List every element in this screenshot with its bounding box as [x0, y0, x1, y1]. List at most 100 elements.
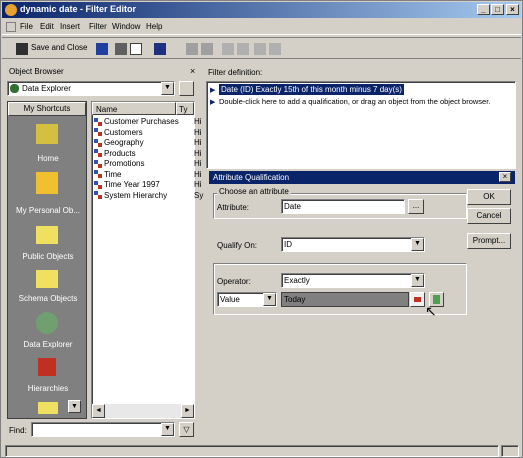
shortcut-public[interactable]: Public Objects [8, 252, 88, 261]
menu-file[interactable]: File [20, 22, 33, 31]
list-item[interactable]: Time Hi [94, 170, 202, 179]
maximize-icon[interactable]: □ [491, 4, 504, 15]
object-browser-title: Object Browser [9, 67, 64, 76]
close-icon[interactable]: × [506, 4, 519, 15]
eraser-icon [38, 402, 58, 414]
chevron-down-icon[interactable]: ▼ [263, 293, 276, 306]
status-bar-grip[interactable] [501, 445, 519, 457]
indent-icon [222, 43, 234, 55]
close-panel-icon[interactable]: × [190, 66, 195, 76]
move-up-icon [254, 43, 266, 55]
list-item-type: Hi [194, 180, 202, 189]
column-header-name[interactable]: Name [92, 102, 176, 115]
list-item-type: Hi [194, 127, 202, 137]
list-item[interactable]: Geography Hi [94, 138, 202, 147]
shortcut-personal[interactable]: My Personal Ob... [8, 206, 88, 215]
hierarchy-icon [94, 128, 102, 137]
operator-value: Exactly [284, 276, 310, 285]
cancel-button[interactable]: Cancel [467, 208, 511, 224]
data-explorer-icon [10, 84, 19, 93]
find-input[interactable]: ▼ [31, 422, 175, 437]
shortcut-schema[interactable]: Schema Objects [8, 294, 88, 303]
funnel-icon[interactable]: ▽ [179, 422, 194, 437]
chevron-down-icon[interactable]: ▼ [411, 274, 424, 287]
qualify-on-select[interactable]: ID ▼ [281, 237, 425, 252]
menu-edit[interactable]: Edit [40, 22, 54, 31]
list-item[interactable]: Products Hi [94, 148, 202, 158]
scroll-down-icon[interactable]: ▼ [68, 400, 81, 413]
minimize-icon[interactable]: _ [477, 4, 490, 15]
hierarchy-icon [94, 149, 102, 158]
hierarchy-icon [94, 170, 102, 179]
column-type-label: Ty [179, 105, 188, 114]
list-item-label: Customer Purchases [104, 117, 179, 126]
view-icon[interactable] [154, 43, 166, 55]
horizontal-scrollbar[interactable]: ◄ ► [92, 404, 194, 418]
list-item[interactable]: Customer Purchases Hi [94, 117, 202, 126]
list-item-label: Products [104, 148, 136, 158]
browser-dropdown[interactable]: Data Explorer ▼ [7, 81, 175, 96]
attribute-value: Date [284, 202, 301, 211]
shortcuts-header[interactable]: My Shortcuts [8, 102, 86, 116]
list-item[interactable]: Promotions Hi [94, 159, 202, 168]
value-text: Today [284, 295, 306, 304]
list-item-type: Hi [194, 169, 202, 179]
hierarchy-icon [94, 191, 102, 200]
object-browser-panel: Object Browser × Data Explorer ▼ My Shor… [5, 63, 203, 443]
shortcut-home[interactable]: Home [8, 154, 88, 163]
save-and-close-button[interactable]: Save and Close [31, 43, 87, 52]
folder-up-icon[interactable] [179, 81, 194, 96]
chevron-down-icon[interactable]: ▼ [411, 238, 424, 251]
save-as-icon[interactable] [96, 43, 108, 55]
list-item-type: Sy [194, 190, 204, 200]
filter-editor-window: dynamic date - Filter Editor _ □ × File … [0, 0, 523, 458]
list-item-label: Time Year 1997 [104, 180, 160, 189]
title-bar[interactable]: dynamic date - Filter Editor _ □ × [2, 2, 521, 18]
operator-label: Operator: [217, 277, 251, 286]
chevron-down-icon[interactable]: ▼ [161, 82, 174, 95]
print-preview-icon[interactable] [130, 43, 142, 55]
browser-dropdown-value: Data Explorer [22, 84, 71, 93]
menu-insert[interactable]: Insert [60, 22, 80, 31]
object-list[interactable]: Name Ty Customer Purchases Hi Customers Hi G… [91, 101, 203, 419]
prompt-button[interactable]: Prompt... [467, 233, 511, 249]
list-item[interactable]: System Hierarchy Sy [94, 191, 203, 200]
chevron-down-icon[interactable]: ▼ [161, 423, 174, 436]
personal-objects-icon [36, 172, 58, 194]
delete-icon [201, 43, 213, 55]
filter-definition-area[interactable]: ▶ Date (ID) Exactly 15th of this month m… [206, 81, 516, 169]
filter-definition-label: Filter definition: [208, 68, 263, 77]
menu-filter[interactable]: Filter [89, 22, 107, 31]
ok-button[interactable]: OK [467, 189, 511, 205]
qualify-on-value: ID [284, 240, 292, 249]
qualification-line[interactable]: Date (ID) Exactly 15th of this month min… [219, 84, 404, 95]
find-label: Find: [9, 426, 27, 435]
window-title: dynamic date - Filter Editor [20, 4, 137, 14]
shortcut-data-explorer[interactable]: Data Explorer [8, 340, 88, 349]
close-icon[interactable]: × [499, 172, 511, 182]
scroll-left-icon[interactable]: ◄ [92, 404, 105, 418]
value-type-select[interactable]: Value ▼ [217, 292, 277, 307]
menu-window[interactable]: Window [112, 22, 140, 31]
list-item-label: Geography [104, 138, 144, 147]
value-type-value: Value [220, 295, 240, 304]
add-qualification-hint[interactable]: Double-click here to add a qualification… [219, 97, 490, 106]
calendar-icon[interactable] [410, 292, 425, 307]
value-field[interactable]: Today [281, 292, 409, 307]
list-item-type: Hi [194, 138, 202, 147]
shortcut-hierarchies[interactable]: Hierarchies [8, 384, 88, 393]
attribute-group-label: Choose an attribute [217, 187, 291, 196]
folder-icon [36, 226, 58, 244]
column-header-type[interactable]: Ty [176, 102, 194, 115]
scroll-right-icon[interactable]: ► [181, 404, 194, 418]
browse-button[interactable]: ... [408, 199, 424, 214]
attribute-field[interactable]: Date [281, 199, 405, 214]
list-item-type: Hi [194, 117, 202, 126]
list-item[interactable]: Time Year 1997 Hi [94, 180, 202, 189]
menu-help[interactable]: Help [146, 22, 162, 31]
list-item[interactable]: Customers Hi [94, 128, 202, 137]
toolbar: Save and Close [2, 37, 521, 59]
operator-select[interactable]: Exactly ▼ [281, 273, 425, 288]
dialog-title-bar[interactable]: Attribute Qualification × [209, 171, 515, 184]
print-icon[interactable] [115, 43, 127, 55]
